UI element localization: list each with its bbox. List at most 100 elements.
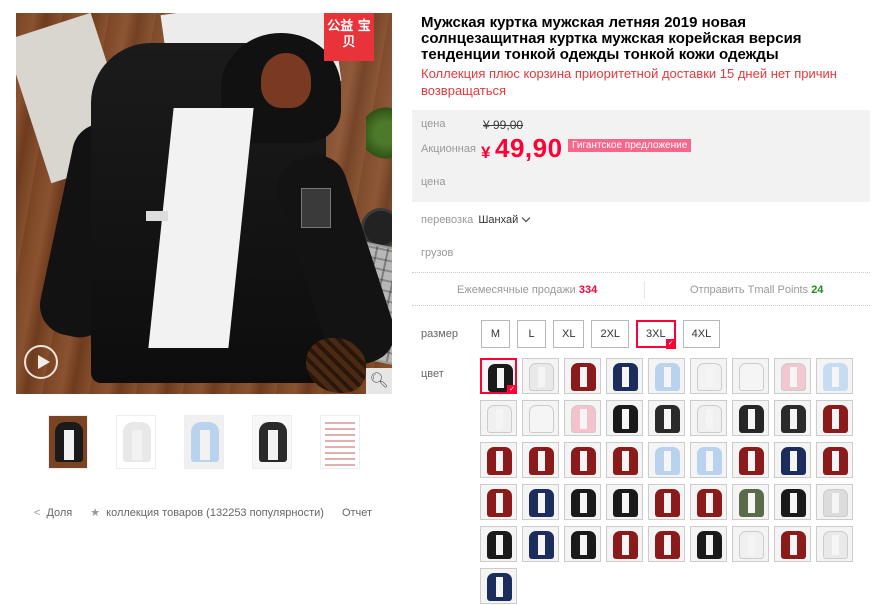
size-option-xl[interactable]: XL	[553, 320, 585, 348]
color-swatch[interactable]	[732, 400, 769, 436]
swatch-shirt	[790, 493, 797, 513]
color-swatch[interactable]	[690, 358, 727, 394]
collect-label: коллекция товаров (132253 популярности)	[106, 506, 324, 519]
swatch-shirt	[496, 577, 503, 597]
color-swatch[interactable]	[522, 358, 559, 394]
size-option-m[interactable]: M	[481, 320, 510, 348]
promo-tag: Гигантское предложение	[568, 139, 692, 152]
color-swatch[interactable]	[816, 400, 853, 436]
color-swatch[interactable]	[732, 358, 769, 394]
play-video-icon[interactable]	[24, 345, 58, 379]
tmall-points: Отправить Tmall Points 24	[690, 284, 823, 296]
swatch-shirt	[496, 535, 503, 555]
color-swatch[interactable]	[564, 442, 601, 478]
color-swatch[interactable]	[606, 400, 643, 436]
color-swatch[interactable]	[732, 484, 769, 520]
product-title: Мужская куртка мужская летняя 2019 новая…	[421, 14, 802, 63]
color-swatch[interactable]	[816, 484, 853, 520]
share-button[interactable]: < Доля	[34, 507, 72, 519]
color-swatch[interactable]	[690, 526, 727, 562]
color-swatch[interactable]	[606, 484, 643, 520]
color-swatch[interactable]	[480, 568, 517, 604]
color-swatch[interactable]	[648, 526, 685, 562]
color-swatch[interactable]	[522, 526, 559, 562]
color-swatch[interactable]	[480, 484, 517, 520]
shipping-label: перевозка	[421, 214, 474, 226]
color-swatch[interactable]	[732, 526, 769, 562]
main-product-image[interactable]: 公益 宝贝 🔍︎	[16, 13, 392, 394]
color-swatch[interactable]	[522, 442, 559, 478]
tmall-points-label: Отправить Tmall Points	[690, 284, 809, 296]
color-swatch[interactable]	[480, 526, 517, 562]
swatch-shirt	[622, 409, 629, 429]
thumb-black-jacket[interactable]	[48, 415, 88, 469]
color-swatch[interactable]	[564, 400, 601, 436]
jacket-tag	[146, 211, 168, 221]
monthly-sales-label: Ежемесячные продажи	[457, 284, 576, 296]
monthly-sales: Ежемесячные продажи 334	[457, 284, 597, 296]
color-swatch[interactable]	[648, 400, 685, 436]
collect-button[interactable]: ★ коллекция товаров (132253 популярности…	[90, 506, 324, 520]
color-swatch[interactable]	[690, 442, 727, 478]
color-swatch[interactable]	[564, 484, 601, 520]
color-swatch[interactable]	[774, 442, 811, 478]
color-swatch[interactable]	[732, 442, 769, 478]
swatch-shirt	[706, 451, 713, 471]
size-option-l[interactable]: L	[517, 320, 546, 348]
color-swatch[interactable]	[522, 400, 559, 436]
swatch-shirt	[832, 409, 839, 429]
thumb-size-chart[interactable]	[320, 415, 360, 469]
swatch-shirt	[748, 493, 755, 513]
thumb-lightblue-jacket[interactable]	[184, 415, 224, 469]
color-swatch[interactable]	[648, 442, 685, 478]
color-swatch[interactable]	[690, 484, 727, 520]
swatch-shirt	[706, 535, 713, 555]
shipping-row: перевозка Шанхай	[421, 213, 531, 226]
star-icon: ★	[90, 507, 101, 519]
color-swatch[interactable]	[522, 484, 559, 520]
size-chart-row	[325, 434, 355, 436]
color-swatch[interactable]	[648, 484, 685, 520]
swatch-shirt	[664, 451, 671, 471]
color-swatch[interactable]	[606, 526, 643, 562]
color-swatch[interactable]	[606, 358, 643, 394]
price-panel: цена ¥ 99,00 Акционная ¥ 49,90 Гигантско…	[412, 110, 870, 202]
price-label: цена	[421, 118, 446, 130]
thumb-white-jacket[interactable]	[116, 415, 156, 469]
swatch-shirt	[496, 409, 503, 429]
color-swatch[interactable]	[564, 526, 601, 562]
color-swatch[interactable]	[774, 400, 811, 436]
chevron-down-icon	[521, 213, 531, 223]
size-option-4xl[interactable]: 4XL	[682, 320, 721, 348]
original-price: ¥ 99,00	[483, 118, 524, 132]
color-swatch[interactable]	[480, 442, 517, 478]
color-swatch[interactable]	[690, 400, 727, 436]
color-swatch[interactable]	[480, 358, 517, 394]
color-swatch[interactable]	[648, 358, 685, 394]
color-swatch[interactable]	[774, 484, 811, 520]
zoom-icon[interactable]: 🔍︎	[366, 368, 392, 394]
color-swatch[interactable]	[774, 358, 811, 394]
swatch-shirt	[832, 535, 839, 555]
product-subtitle: Коллекция плюс корзина приоритетной дост…	[421, 66, 837, 98]
report-label: Отчет	[341, 506, 373, 519]
color-swatch[interactable]	[564, 358, 601, 394]
sales-stats: Ежемесячные продажи 334 Отправить Tmall …	[412, 272, 870, 306]
shipping-city-select[interactable]: Шанхай	[478, 213, 531, 226]
size-label: размер	[421, 328, 458, 340]
size-option-2xl[interactable]: 2XL	[591, 320, 630, 348]
color-swatch[interactable]	[774, 526, 811, 562]
color-swatch[interactable]	[606, 442, 643, 478]
thumb-black-jacket-model[interactable]	[252, 415, 292, 469]
charity-badge: 公益 宝贝	[324, 13, 374, 61]
swatch-shirt	[580, 367, 587, 387]
size-options: MLXL2XL3XL4XL	[481, 320, 721, 349]
color-swatch[interactable]	[480, 400, 517, 436]
color-swatch[interactable]	[816, 442, 853, 478]
share-icon: <	[34, 506, 41, 519]
color-swatch[interactable]	[816, 526, 853, 562]
decor-pine-cone	[306, 338, 366, 393]
size-option-3xl[interactable]: 3XL	[636, 320, 676, 349]
report-link[interactable]: Отчет	[342, 507, 372, 519]
color-swatch[interactable]	[816, 358, 853, 394]
